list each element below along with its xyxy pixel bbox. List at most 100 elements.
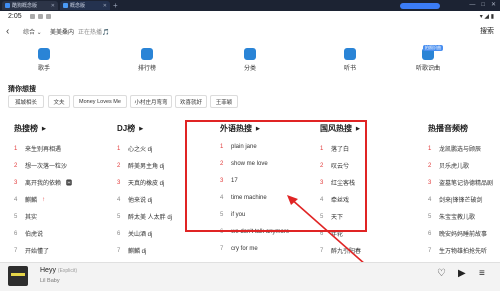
rank-panel-title[interactable]: DJ榜 ▶ bbox=[117, 123, 143, 134]
rank-item-title: 开始懂了 bbox=[25, 249, 50, 255]
rank-panel-title[interactable]: 热搜榜 ▶ bbox=[14, 123, 46, 134]
rank-item-title: 麒麟 dj bbox=[128, 249, 147, 255]
rank-number: 4 bbox=[117, 196, 121, 203]
app-logo-icon bbox=[5, 3, 10, 8]
rank-item-title: 来生别再相遇 bbox=[25, 147, 62, 153]
browser-tab-2-label: 概念版 bbox=[70, 3, 86, 9]
category-song-recognition[interactable]: 听歌识曲 bbox=[398, 48, 458, 72]
play-all-icon[interactable]: ▶ bbox=[42, 126, 46, 132]
window-action-button[interactable] bbox=[400, 3, 440, 9]
guess-section-title: 猜你想搜 bbox=[8, 86, 36, 93]
close-icon[interactable]: ✕ bbox=[103, 3, 107, 9]
back-icon[interactable]: ‹ bbox=[6, 26, 9, 37]
rank-item[interactable]: 3 盗墓笔记协德精品剧 bbox=[428, 178, 493, 188]
rank-number: 7 bbox=[220, 246, 224, 252]
search-button[interactable]: 搜索 bbox=[480, 26, 494, 36]
close-window-button[interactable]: ✕ bbox=[491, 0, 496, 11]
explicit-label: (Explicit) bbox=[57, 268, 78, 274]
category-audiobook[interactable]: 听书 bbox=[320, 48, 380, 72]
like-icon[interactable]: ♡ bbox=[437, 268, 446, 279]
rank-item[interactable]: 7 醉九引阳春 bbox=[320, 246, 362, 256]
rank-item[interactable]: 6 晚安妈妈睡前故事 bbox=[428, 229, 488, 239]
rank-number: 3 bbox=[14, 179, 18, 186]
close-icon[interactable]: ✕ bbox=[51, 3, 55, 9]
rank-panel-title[interactable]: 热播音频榜 bbox=[428, 123, 468, 134]
rank-item[interactable]: 4 他来说 dj bbox=[117, 195, 153, 205]
rank-number: 1 bbox=[14, 145, 18, 152]
browser-tab-2[interactable]: 概念版 ✕ bbox=[60, 1, 110, 10]
search-hint: 正在热播🎵 bbox=[78, 30, 110, 36]
album-cover[interactable] bbox=[8, 266, 28, 286]
play-icon[interactable]: ▶ bbox=[458, 268, 466, 279]
category-label: 歌手 bbox=[37, 66, 50, 72]
new-feature-badge: 拍照识曲 bbox=[423, 45, 443, 51]
rank-item[interactable]: 1 心之火 dj bbox=[117, 144, 153, 154]
minimize-button[interactable]: — bbox=[469, 0, 475, 11]
search-input[interactable]: 美美桑内 bbox=[50, 27, 74, 36]
rank-item[interactable]: 7 cry for me bbox=[220, 246, 258, 252]
rank-item-title: 醉美男主角 dj bbox=[128, 164, 165, 170]
chart-icon bbox=[141, 48, 153, 60]
rank-panel-title-text: 热搜榜 bbox=[14, 124, 38, 133]
rank-item[interactable]: 5 其实 bbox=[14, 212, 37, 222]
rank-item[interactable]: 7 麒麟 dj bbox=[117, 246, 147, 256]
rank-item-title: 离开我的依赖 bbox=[25, 181, 62, 187]
rank-item[interactable]: 5 醉太美 人太胖 dj bbox=[117, 212, 173, 222]
rank-item[interactable]: 3 离开我的依赖 🅷 bbox=[14, 178, 72, 188]
maximize-button[interactable]: □ bbox=[481, 0, 485, 11]
rank-number: 3 bbox=[117, 179, 121, 186]
rank-number: 5 bbox=[117, 213, 121, 220]
rank-item-title: 醉太美 人太胖 dj bbox=[128, 215, 173, 221]
now-playing-title: Heyy (Explicit) bbox=[40, 267, 77, 274]
playlist-icon[interactable]: ≡ bbox=[479, 268, 485, 279]
category-genre[interactable]: 分类 bbox=[220, 48, 280, 72]
rank-item[interactable]: 7 开始懂了 bbox=[14, 246, 50, 256]
rank-item[interactable]: 4 剑来|锋锋芒破剑 bbox=[428, 195, 483, 205]
rank-panel-title-text: DJ榜 bbox=[117, 124, 136, 133]
play-all-icon[interactable]: ▶ bbox=[139, 126, 143, 132]
new-tab-button[interactable]: + bbox=[113, 0, 118, 11]
rank-item-title: 朱宝宝教儿歌 bbox=[439, 215, 476, 221]
category-icon bbox=[244, 48, 256, 60]
rank-item-title: 醉九引阳春 bbox=[331, 249, 362, 255]
rank-number: 6 bbox=[428, 230, 432, 237]
guess-chip[interactable]: 小村庄月弯弯 bbox=[130, 95, 172, 108]
rank-item[interactable]: 3 天真的橡皮 dj bbox=[117, 178, 164, 188]
status-indicators: ▾ ◢ ▮ bbox=[479, 14, 494, 20]
rank-item-title: 生万物雄拍抢先听 bbox=[439, 249, 488, 255]
rank-item[interactable]: 7 生万物雄拍抢先听 bbox=[428, 246, 488, 256]
rank-item[interactable]: 6 关山酒 dj bbox=[117, 229, 152, 239]
rank-number: 1 bbox=[117, 145, 121, 152]
rank-item[interactable]: 1 来生别再相遇 bbox=[14, 144, 62, 154]
guess-chip[interactable]: 文夫 bbox=[48, 95, 70, 108]
rank-item[interactable]: 5 朱宝宝教儿歌 bbox=[428, 212, 476, 222]
browser-tab-1-label: 酷狗概念版 bbox=[12, 3, 38, 9]
notification-icon bbox=[38, 14, 43, 19]
browser-tab-1[interactable]: 酷狗概念版 ✕ bbox=[2, 1, 58, 10]
rank-item[interactable]: 6 伯虎说 bbox=[14, 229, 44, 239]
guess-chip[interactable]: 王菲颖 bbox=[210, 95, 238, 108]
guess-chip[interactable]: Money Loves Me bbox=[73, 95, 127, 108]
status-time: 2:05 bbox=[8, 13, 22, 20]
audiobook-icon bbox=[344, 48, 356, 60]
rank-item-title: 想一次落一粒沙 bbox=[25, 164, 68, 170]
category-singer[interactable]: 歌手 bbox=[14, 48, 74, 72]
rank-item[interactable]: 2 醉美男主角 dj bbox=[117, 161, 165, 171]
rank-item[interactable]: 2 想一次落一粒沙 bbox=[14, 161, 68, 171]
guess-chip[interactable]: 孤城相长 bbox=[8, 95, 44, 108]
category-chart[interactable]: 排行榜 bbox=[117, 48, 177, 72]
rank-item[interactable]: 4 麒麟 ↑ bbox=[14, 195, 46, 205]
rank-item-title: 他来说 dj bbox=[128, 198, 153, 204]
rank-item[interactable]: 2 贝乐虎儿歌 bbox=[428, 161, 469, 171]
rising-icon: ↑ bbox=[42, 196, 46, 203]
rank-item-title: 心之火 dj bbox=[128, 147, 153, 153]
rank-number: 7 bbox=[14, 247, 18, 254]
rank-item[interactable]: 1 龙凯鹏选与顾辰 bbox=[428, 144, 481, 154]
singer-icon bbox=[38, 48, 50, 60]
rank-item-title: 晚安妈妈睡前故事 bbox=[439, 232, 488, 238]
rank-item-title: 伯虎说 bbox=[25, 232, 44, 238]
rank-number: 2 bbox=[428, 162, 432, 169]
rank-item-title: 剑来|锋锋芒破剑 bbox=[439, 198, 483, 204]
search-scope-dropdown[interactable]: 综合 ⌄ bbox=[23, 27, 42, 36]
guess-chip[interactable]: 欢喜就好 bbox=[175, 95, 207, 108]
